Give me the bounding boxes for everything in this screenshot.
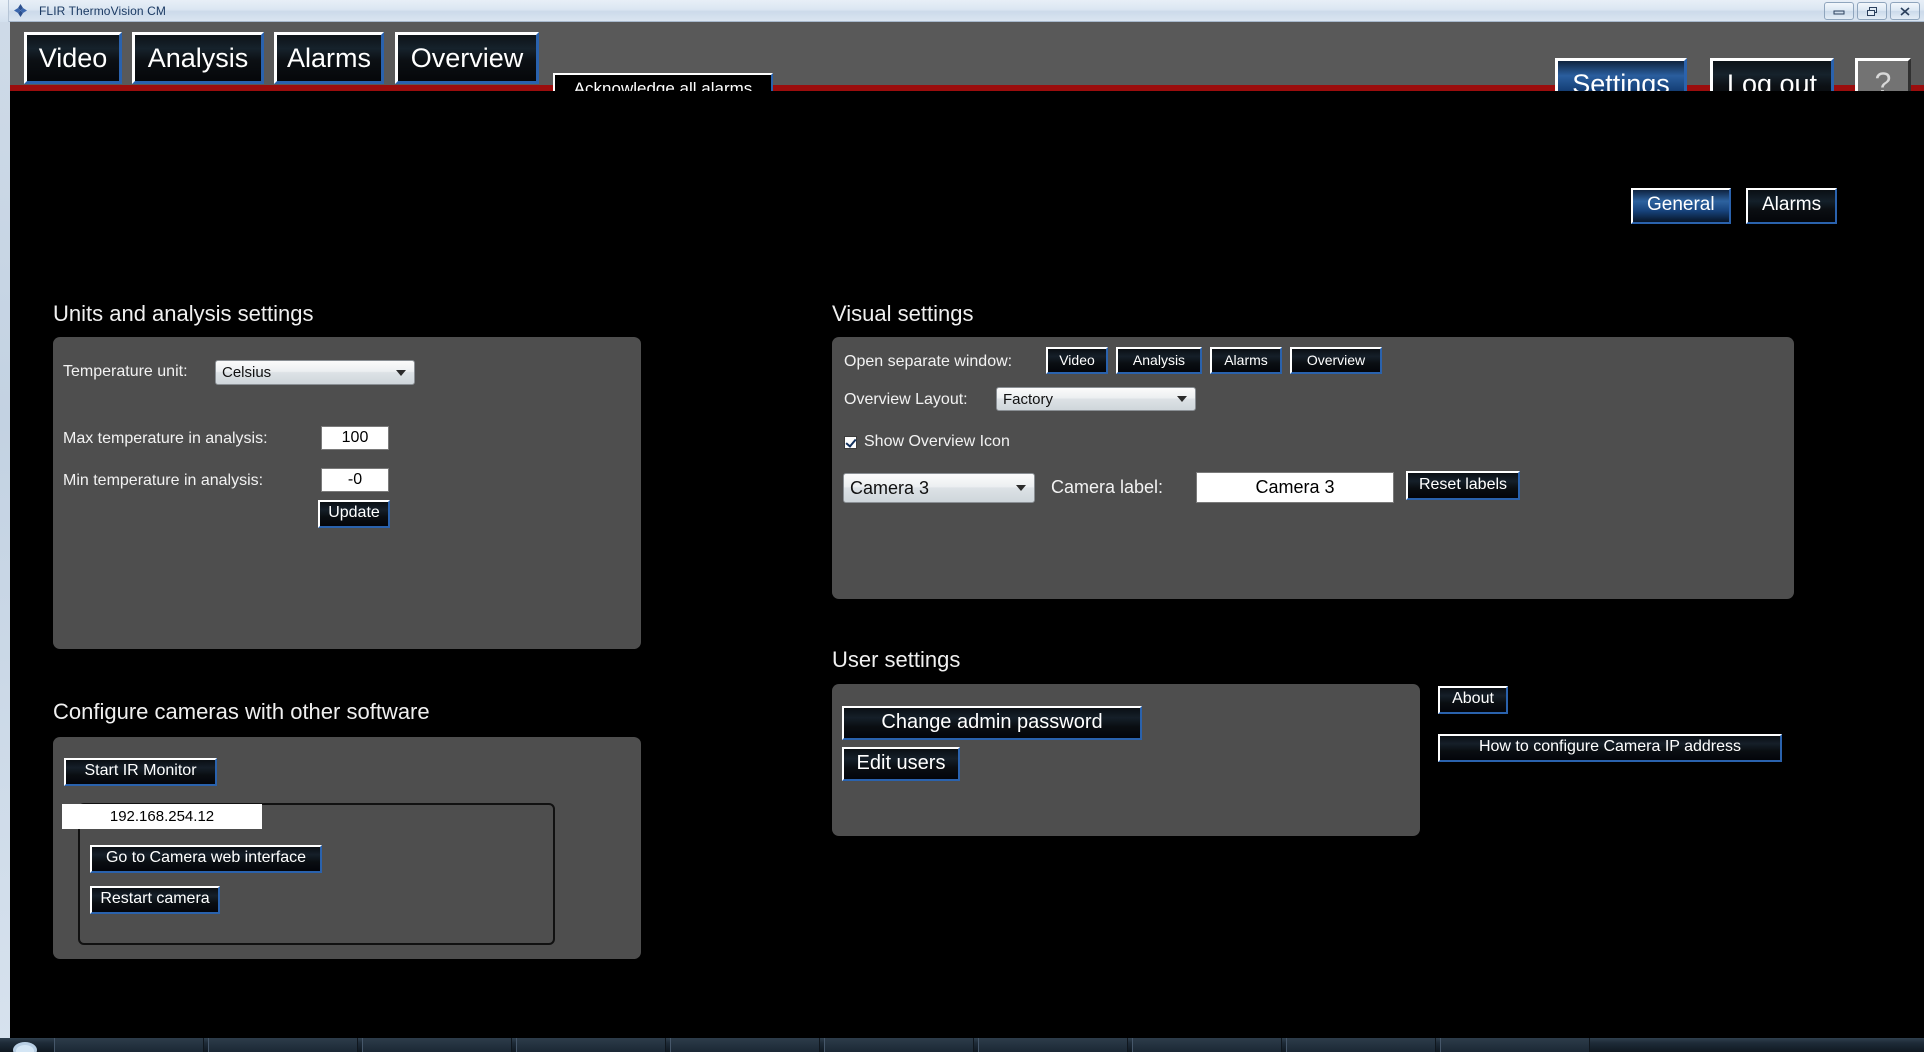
temperature-unit-label: Temperature unit: — [63, 363, 188, 381]
go-to-camera-web-interface-label: Go to Camera web interface — [106, 849, 306, 867]
nav-button-analysis[interactable]: Analysis — [132, 32, 264, 84]
nav-button-video[interactable]: Video — [24, 32, 122, 84]
taskbar-item[interactable] — [824, 1038, 974, 1052]
edit-users-label: Edit users — [857, 752, 946, 775]
camera-label-input[interactable]: Camera 3 — [1196, 472, 1394, 503]
chevron-down-icon — [396, 370, 406, 376]
minimize-button[interactable] — [1824, 2, 1854, 20]
camera-select-value: Camera 3 — [850, 478, 929, 499]
overview-layout-select[interactable]: Factory — [996, 387, 1196, 411]
go-to-camera-web-interface-button[interactable]: Go to Camera web interface — [90, 845, 322, 873]
nav-button-alarms-label: Alarms — [287, 43, 371, 74]
nav-button-alarms[interactable]: Alarms — [274, 32, 384, 84]
start-ir-monitor-button[interactable]: Start IR Monitor — [64, 758, 217, 786]
reset-labels-label: Reset labels — [1419, 476, 1507, 494]
how-to-configure-camera-ip-label: How to configure Camera IP address — [1479, 738, 1741, 756]
windows-taskbar — [0, 1038, 1924, 1052]
max-temperature-label: Max temperature in analysis: — [63, 430, 268, 448]
taskbar-item[interactable] — [208, 1038, 358, 1052]
camera-select[interactable]: Camera 3 — [843, 473, 1035, 503]
nav-button-overview-label: Overview — [411, 43, 524, 74]
temperature-unit-select[interactable]: Celsius — [215, 360, 415, 385]
open-window-analysis-button[interactable]: Analysis — [1116, 347, 1202, 374]
overview-layout-label: Overview Layout: — [844, 391, 968, 409]
titlebar-gripper — [0, 0, 9, 22]
open-window-video-label: Video — [1059, 352, 1095, 368]
camera-ip-value: 192.168.254.12 — [110, 808, 214, 825]
visual-settings-panel — [832, 337, 1794, 599]
min-temperature-value: -0 — [348, 471, 362, 489]
subtab-general[interactable]: General — [1631, 188, 1731, 224]
visual-section-title: Visual settings — [832, 301, 973, 327]
restart-camera-label: Restart camera — [100, 890, 209, 908]
application-body: Video Analysis Alarms Overview Acknowled… — [10, 22, 1924, 1052]
max-temperature-input[interactable]: 100 — [321, 426, 389, 450]
window-title: FLIR ThermoVision CM — [39, 4, 166, 18]
update-temperatures-label: Update — [328, 504, 380, 522]
nav-button-video-label: Video — [39, 43, 108, 74]
units-section-title: Units and analysis settings — [53, 301, 313, 327]
restart-camera-button[interactable]: Restart camera — [90, 886, 220, 914]
taskbar-item[interactable] — [1440, 1038, 1590, 1052]
show-overview-icon-checkbox[interactable]: Show Overview Icon — [844, 433, 1010, 451]
window-controls — [1824, 2, 1920, 20]
open-window-analysis-label: Analysis — [1133, 352, 1185, 368]
camera-label-label: Camera label: — [1051, 477, 1163, 498]
nav-button-analysis-label: Analysis — [148, 43, 249, 74]
how-to-configure-camera-ip-button[interactable]: How to configure Camera IP address — [1438, 734, 1782, 762]
about-button[interactable]: About — [1438, 686, 1508, 714]
update-temperatures-button[interactable]: Update — [318, 500, 390, 528]
temperature-unit-value: Celsius — [222, 364, 271, 381]
overview-layout-value: Factory — [1003, 391, 1053, 408]
taskbar-item[interactable] — [1286, 1038, 1436, 1052]
min-temperature-label: Min temperature in analysis: — [63, 472, 263, 490]
restore-button[interactable] — [1857, 2, 1887, 20]
taskbar-item[interactable] — [1132, 1038, 1282, 1052]
taskbar-item[interactable] — [978, 1038, 1128, 1052]
settings-content-pane: General Alarms Units and analysis settin… — [10, 91, 1924, 1046]
taskbar-item[interactable] — [362, 1038, 512, 1052]
open-window-alarms-button[interactable]: Alarms — [1210, 347, 1282, 374]
nav-button-overview[interactable]: Overview — [395, 32, 539, 84]
camera-label-value: Camera 3 — [1255, 477, 1334, 498]
user-section-title: User settings — [832, 647, 960, 673]
subtab-alarms[interactable]: Alarms — [1746, 188, 1837, 224]
app-compass-diamond-icon — [9, 0, 31, 22]
max-temperature-value: 100 — [342, 429, 369, 447]
start-button-icon[interactable] — [0, 1038, 50, 1052]
subtab-general-label: General — [1647, 194, 1715, 215]
camera-ip-select[interactable]: 192.168.254.12 — [62, 804, 262, 829]
about-label: About — [1452, 690, 1494, 708]
chevron-down-icon — [1016, 485, 1026, 491]
open-window-overview-button[interactable]: Overview — [1290, 347, 1382, 374]
subtab-alarms-label: Alarms — [1762, 194, 1821, 215]
close-button[interactable] — [1890, 2, 1920, 20]
change-admin-password-button[interactable]: Change admin password — [842, 706, 1142, 740]
window-titlebar: FLIR ThermoVision CM — [0, 0, 1924, 22]
edit-users-button[interactable]: Edit users — [842, 747, 960, 781]
min-temperature-input[interactable]: -0 — [321, 468, 389, 492]
checkbox-check-icon — [844, 436, 857, 449]
open-separate-window-label: Open separate window: — [844, 353, 1012, 371]
start-ir-monitor-label: Start IR Monitor — [84, 762, 196, 780]
camera-config-section-title: Configure cameras with other software — [53, 699, 430, 725]
main-toolbar: Video Analysis Alarms Overview Acknowled… — [10, 22, 1924, 91]
show-overview-icon-label: Show Overview Icon — [864, 433, 1010, 451]
change-admin-password-label: Change admin password — [881, 711, 1102, 734]
window-frame: FLIR ThermoVision CM Video — [0, 0, 1924, 1052]
open-window-video-button[interactable]: Video — [1046, 347, 1108, 374]
open-window-alarms-label: Alarms — [1224, 352, 1268, 368]
taskbar-item[interactable] — [54, 1038, 204, 1052]
taskbar-item[interactable] — [670, 1038, 820, 1052]
open-window-overview-label: Overview — [1307, 352, 1365, 368]
chevron-down-icon — [1177, 396, 1187, 402]
reset-labels-button[interactable]: Reset labels — [1406, 471, 1520, 500]
taskbar-item[interactable] — [516, 1038, 666, 1052]
